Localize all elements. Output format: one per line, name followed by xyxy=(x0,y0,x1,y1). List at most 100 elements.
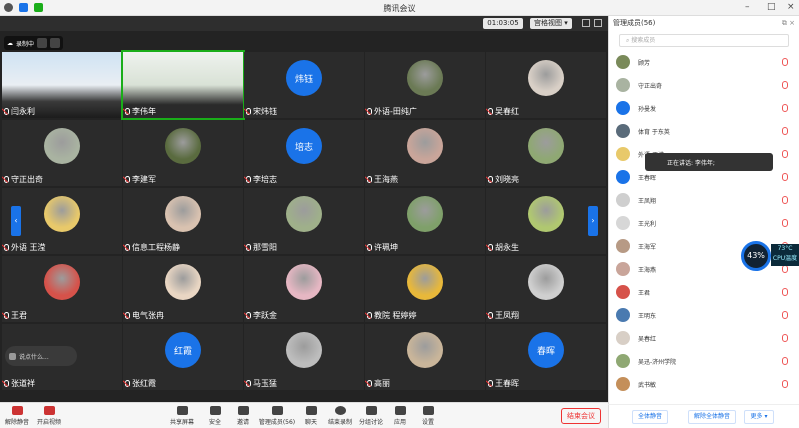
member-name: 王凤翔 xyxy=(638,197,657,205)
member-row[interactable]: 体育 于东英 xyxy=(616,122,792,140)
mic-muted-icon[interactable] xyxy=(782,288,788,296)
participant-tile[interactable]: 刘晓亮 xyxy=(486,120,606,186)
maximize-button[interactable]: □ xyxy=(767,2,776,12)
mic-muted-icon xyxy=(125,176,130,183)
member-search-input[interactable]: ⌕ 搜索成员 xyxy=(619,34,789,47)
mic-muted-icon[interactable] xyxy=(782,196,788,204)
mic-muted-icon xyxy=(367,108,372,115)
apps-button[interactable]: 应用 xyxy=(385,406,415,426)
member-row[interactable]: 顾芳 xyxy=(616,53,792,71)
mic-muted-icon[interactable] xyxy=(782,357,788,365)
participant-tile[interactable]: 李跃金 xyxy=(244,256,364,322)
participant-tile[interactable]: 许珮坤 xyxy=(365,188,485,254)
mic-muted-icon[interactable] xyxy=(782,127,788,135)
participant-name: 马玉猛 xyxy=(246,378,277,389)
member-row[interactable]: 王明东 xyxy=(616,306,792,324)
participant-name: 李建军 xyxy=(125,174,156,185)
participant-tile[interactable]: 电气张冉 xyxy=(123,256,243,322)
mic-muted-icon[interactable] xyxy=(782,81,788,89)
participant-tile[interactable]: 春晖 王春晖 xyxy=(486,324,606,390)
mic-muted-icon[interactable] xyxy=(782,104,788,112)
mic-muted-icon[interactable] xyxy=(782,58,788,66)
member-row[interactable]: 武书敏 xyxy=(616,375,792,393)
member-row[interactable]: 王君 xyxy=(616,283,792,301)
stop-recording-tool-button[interactable]: 结束录制 xyxy=(325,406,355,426)
participant-tile[interactable]: 信息工程杨静 xyxy=(123,188,243,254)
video-button[interactable]: 开启视频 xyxy=(34,406,64,426)
next-page-button[interactable]: › xyxy=(588,206,598,236)
participant-tile[interactable]: 培志 李培志 xyxy=(244,120,364,186)
mic-muted-icon xyxy=(4,244,9,251)
fullscreen-icon[interactable] xyxy=(582,19,590,27)
member-row[interactable]: 吴迅-济州学院 xyxy=(616,352,792,370)
mute-all-button[interactable]: 全体静音 xyxy=(632,410,668,424)
participant-tile[interactable]: 王凤翔 xyxy=(486,256,606,322)
close-button[interactable]: × xyxy=(787,2,795,12)
participant-label: 李跃金 xyxy=(253,311,277,320)
mic-muted-icon[interactable] xyxy=(782,334,788,342)
participant-name: 张道祥 xyxy=(4,378,35,389)
security-button[interactable]: 安全 xyxy=(200,406,230,426)
share-screen-button[interactable]: 共享屏幕 xyxy=(167,406,197,426)
participant-label: 信息工程杨静 xyxy=(132,243,180,252)
participant-name: 高丽 xyxy=(367,378,390,389)
cpu-temp-widget: 73°C CPU温度 xyxy=(771,244,799,266)
member-row[interactable]: 王凤翔 xyxy=(616,191,792,209)
participant-tile[interactable]: 李建军 xyxy=(123,120,243,186)
member-row[interactable]: 王光利 xyxy=(616,214,792,232)
participant-tile[interactable]: 王君 xyxy=(2,256,122,322)
member-name: 王海军 xyxy=(638,243,657,251)
participant-tile[interactable]: 王海燕 xyxy=(365,120,485,186)
pause-recording-button[interactable] xyxy=(37,38,48,48)
mic-muted-icon xyxy=(367,244,372,251)
mic-muted-icon xyxy=(367,176,372,183)
participant-tile[interactable]: 守正出奇 xyxy=(2,120,122,186)
stop-recording-button[interactable] xyxy=(50,38,61,48)
view-label: 宫格视图 xyxy=(534,19,562,27)
member-name: 王君 xyxy=(638,289,651,297)
breakout-button[interactable]: 分组讨论 xyxy=(356,406,386,426)
mic-muted-icon xyxy=(4,312,9,319)
manage-members-button[interactable]: 管理成员(56) xyxy=(258,406,296,426)
member-row[interactable]: 孙曼发 xyxy=(616,99,792,117)
participant-tile[interactable]: 红霞 张红霞 xyxy=(123,324,243,390)
avatar xyxy=(616,124,630,138)
minimize-button[interactable]: – xyxy=(745,2,750,12)
mic-muted-icon[interactable] xyxy=(782,150,788,158)
participant-tile[interactable]: 高丽 xyxy=(365,324,485,390)
avatar xyxy=(165,196,201,232)
mute-button[interactable]: 解除静音 xyxy=(2,406,32,426)
chat-button[interactable]: 聊天 xyxy=(296,406,326,426)
participant-tile[interactable]: 闫永利 xyxy=(2,52,122,118)
recording-label: 录制中 xyxy=(16,40,35,48)
participant-tile[interactable]: 炜钰 宋炜钰 xyxy=(244,52,364,118)
participant-tile[interactable]: 那雪阳 xyxy=(244,188,364,254)
settings-button[interactable]: 设置 xyxy=(413,406,443,426)
participant-tile[interactable]: 李伟年 xyxy=(121,50,245,120)
panel-window-controls[interactable]: ⧉ × xyxy=(782,19,795,28)
avatar xyxy=(286,332,322,368)
mic-muted-icon xyxy=(125,108,130,115)
mic-muted-icon[interactable] xyxy=(782,265,788,273)
participant-tile[interactable]: 马玉猛 xyxy=(244,324,364,390)
invite-button[interactable]: 邀请 xyxy=(228,406,258,426)
member-row[interactable]: 守正出奇 xyxy=(616,76,792,94)
prev-page-button[interactable]: ‹ xyxy=(11,206,21,236)
more-button[interactable]: 更多 ▾ xyxy=(744,410,774,424)
mic-muted-icon xyxy=(125,312,130,319)
chat-icon xyxy=(9,352,16,360)
participant-label: 胡永生 xyxy=(495,243,519,252)
participant-tile[interactable]: 外语-田纯广 xyxy=(365,52,485,118)
end-meeting-button[interactable]: 结束会议 xyxy=(561,408,601,424)
mic-muted-icon[interactable] xyxy=(782,219,788,227)
unmute-all-button[interactable]: 解除全体静音 xyxy=(688,410,736,424)
layout-icon[interactable] xyxy=(594,19,602,27)
member-row[interactable]: 吴春红 xyxy=(616,329,792,347)
participant-tile[interactable]: 吴春红 xyxy=(486,52,606,118)
view-switch-button[interactable]: 宫格视图 ▾ xyxy=(530,18,572,29)
mic-muted-icon[interactable] xyxy=(782,380,788,388)
chat-input-chip[interactable]: 说点什么... xyxy=(5,346,77,366)
mic-muted-icon[interactable] xyxy=(782,311,788,319)
participant-tile[interactable]: 教院 程婷婷 xyxy=(365,256,485,322)
mic-muted-icon[interactable] xyxy=(782,173,788,181)
